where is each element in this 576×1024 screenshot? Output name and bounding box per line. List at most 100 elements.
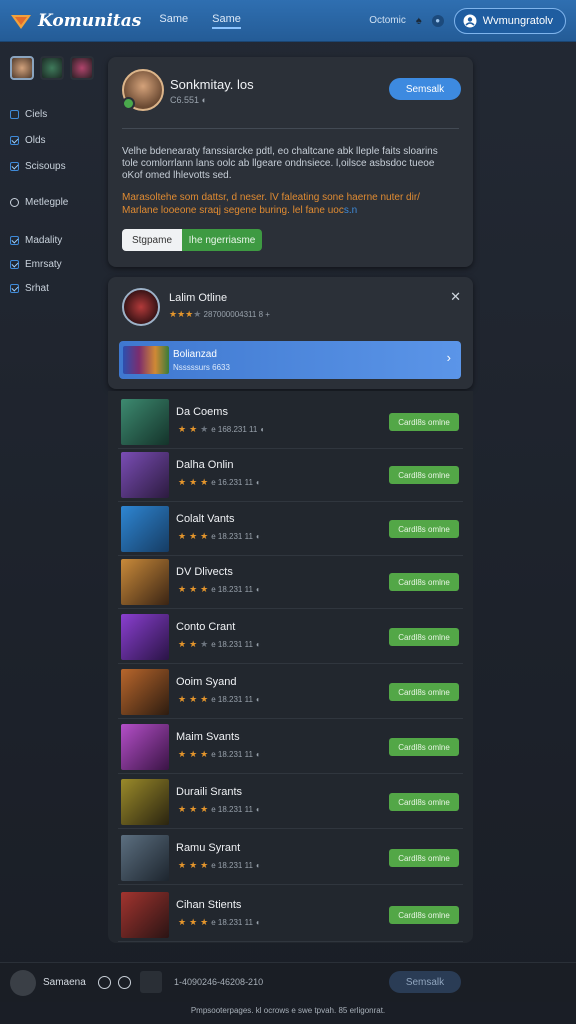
star-icon: ★ <box>200 860 209 870</box>
star-icon: ★ <box>178 424 187 434</box>
game-meta: ★ ★ ★ e 18.231 11 ◐ <box>178 917 261 927</box>
avatar[interactable] <box>122 288 160 326</box>
star-icon: ★ <box>189 694 198 704</box>
logo-icon[interactable] <box>10 11 32 31</box>
avatar[interactable] <box>70 56 94 80</box>
sidebar-avatars <box>0 56 100 80</box>
close-icon[interactable]: ✕ <box>450 289 461 305</box>
doc-icon <box>10 109 19 119</box>
game-thumbnail[interactable] <box>121 892 169 938</box>
play-button[interactable]: Cardl8s omlne <box>389 466 459 484</box>
sidebar-item-emrsaty[interactable]: Emrsaty <box>0 256 100 272</box>
play-button[interactable]: Cardl8s omlne <box>389 738 459 756</box>
profile-note: Marasoltehe som dattsr, d neser. lV fale… <box>122 192 420 216</box>
game-thumbnail[interactable] <box>121 724 169 770</box>
list-item[interactable]: Ramu Syrant ★ ★ ★ e 18.231 11 ◐ Cardl8s omlne <box>118 831 463 885</box>
game-thumbnail[interactable] <box>121 452 169 498</box>
shield-icon: ◐ <box>260 425 266 434</box>
game-name: Conto Crant <box>176 621 236 633</box>
star-icon: ★ <box>169 309 178 319</box>
list-item[interactable]: Maim Svants ★ ★ ★ e 18.231 11 ◐ Cardl8s omlne <box>118 720 463 774</box>
sidebar-item-olds[interactable]: Olds <box>0 132 100 148</box>
check-icon <box>10 235 19 245</box>
app-icon[interactable] <box>140 971 162 993</box>
sidebar-item-label: Emrsaty <box>25 258 62 270</box>
star-icon: ★ <box>189 424 198 434</box>
avatar[interactable] <box>10 56 34 80</box>
notification-card: Lalim Otline ★★★★ 287000004311 8 + ✕ Bol… <box>108 277 473 389</box>
sidebar-item-label: Srhat <box>25 282 49 294</box>
sidebar-item-scisoups[interactable]: Scisoups <box>0 158 100 174</box>
game-thumbnail[interactable] <box>121 559 169 605</box>
list-item[interactable]: Conto Crant ★ ★ ★ e 18.231 11 ◐ Cardl8s omlne <box>118 610 463 664</box>
star-icon: ★ <box>200 694 209 704</box>
play-button[interactable]: Cardl8s omlne <box>389 683 459 701</box>
shield-icon: ◐ <box>255 532 261 541</box>
game-thumbnail[interactable] <box>121 506 169 552</box>
avatar[interactable] <box>10 970 36 996</box>
star-icon: ★ <box>178 917 187 927</box>
divider <box>122 128 459 129</box>
shield-icon: ◐ <box>255 918 261 927</box>
game-meta: ★ ★ ★ e 18.231 11 ◐ <box>178 749 261 759</box>
star-icon: ★ <box>200 917 209 927</box>
nav-item-active[interactable]: Same <box>212 13 241 29</box>
star-icon: ★ <box>200 584 209 594</box>
check-icon <box>10 135 19 145</box>
spade-icon[interactable]: ♠ <box>416 15 422 27</box>
signin-button[interactable]: Wvmungratolv <box>453 7 566 34</box>
bottom-action-button[interactable]: Semsalk <box>389 971 461 993</box>
star-icon: ★ <box>200 639 209 649</box>
list-item[interactable]: Ooim Syand ★ ★ ★ e 18.231 11 ◐ Cardl8s omlne <box>118 665 463 719</box>
settings-icon[interactable]: ● <box>431 14 444 27</box>
star-icon: ★ <box>178 860 187 870</box>
play-button[interactable]: Cardl8s omlne <box>389 413 459 431</box>
refresh-icon[interactable] <box>118 976 131 989</box>
play-button[interactable]: Cardl8s omlne <box>389 628 459 646</box>
sidebar: Ciels Olds Scisoups Metlegple Madality E… <box>0 56 100 296</box>
shield-icon: ◐ <box>255 861 261 870</box>
sidebar-item-srhat[interactable]: Srhat <box>0 280 100 296</box>
list-item[interactable]: Duraili Srants ★ ★ ★ e 18.231 11 ◐ Cardl8s oml… <box>118 775 463 829</box>
chevron-right-icon[interactable]: › <box>447 350 451 365</box>
sidebar-item-label: Scisoups <box>25 160 66 172</box>
play-button[interactable]: Cardl8s omlne <box>389 849 459 867</box>
game-name: Cihan Stients <box>176 899 242 911</box>
play-button[interactable]: Cardl8s omlne <box>389 573 459 591</box>
sidebar-item-madality[interactable]: Madality <box>0 232 100 248</box>
list-item[interactable]: DV Dlivects ★ ★ ★ e 18.231 11 ◐ Cardl8s omlne <box>118 555 463 609</box>
play-button[interactable]: Cardl8s omlne <box>389 793 459 811</box>
sidebar-item-metlegple[interactable]: Metlegple <box>0 194 100 210</box>
signin-label: Wvmungratolv <box>482 14 553 27</box>
game-thumbnail[interactable] <box>121 614 169 660</box>
game-thumbnail[interactable] <box>121 669 169 715</box>
star-icon: ★ <box>178 749 187 759</box>
nav-item[interactable]: Same <box>159 13 188 29</box>
play-button[interactable]: Cardl8s omlne <box>389 520 459 538</box>
game-thumbnail[interactable] <box>121 399 169 445</box>
star-icon: ★ <box>193 309 202 319</box>
avatar[interactable] <box>40 56 64 80</box>
shield-icon: ◐ <box>201 95 207 105</box>
game-thumbnail[interactable] <box>121 835 169 881</box>
clock-icon[interactable] <box>98 976 111 989</box>
game-name: DV Dlivects <box>176 566 233 578</box>
game-thumbnail[interactable] <box>121 779 169 825</box>
profile-action-button[interactable]: Semsalk <box>389 78 461 100</box>
list-item[interactable]: Cihan Stients ★ ★ ★ e 18.231 11 ◐ Cardl8s omln… <box>118 888 463 942</box>
notification-banner[interactable]: Bolianzad Nsssssurs 6633 › <box>119 341 461 379</box>
play-button[interactable]: Cardl8s omlne <box>389 906 459 924</box>
segment-left[interactable]: Stgpame <box>122 229 182 251</box>
star-icon: ★ <box>200 531 209 541</box>
game-name: Colalt Vants <box>176 513 235 525</box>
sidebar-item-ciels[interactable]: Ciels <box>0 106 100 122</box>
list-item[interactable]: Colalt Vants ★ ★ ★ e 18.231 11 ◐ Cardl8s omlne <box>118 502 463 556</box>
list-item[interactable]: Da Coems ★ ★ ★ e 168.231 11 ◐ Cardl8s omlne <box>118 395 463 449</box>
profile-card: Sonkmitay. los C6.551 ◐ Semsalk Velhe bd… <box>108 57 473 267</box>
header-right: Octomic ♠ ● Wvmungratolv <box>369 7 566 34</box>
sidebar-item-label: Metlegple <box>25 196 69 208</box>
user-icon <box>463 14 477 27</box>
segment-right[interactable]: Ihe ngerriasme <box>182 229 262 251</box>
list-item[interactable]: Dalha Onlin ★ ★ ★ e 16.231 11 ◐ Cardl8s omlne <box>118 448 463 502</box>
notification-meta: ★★★★ 287000004311 8 + <box>169 309 270 319</box>
